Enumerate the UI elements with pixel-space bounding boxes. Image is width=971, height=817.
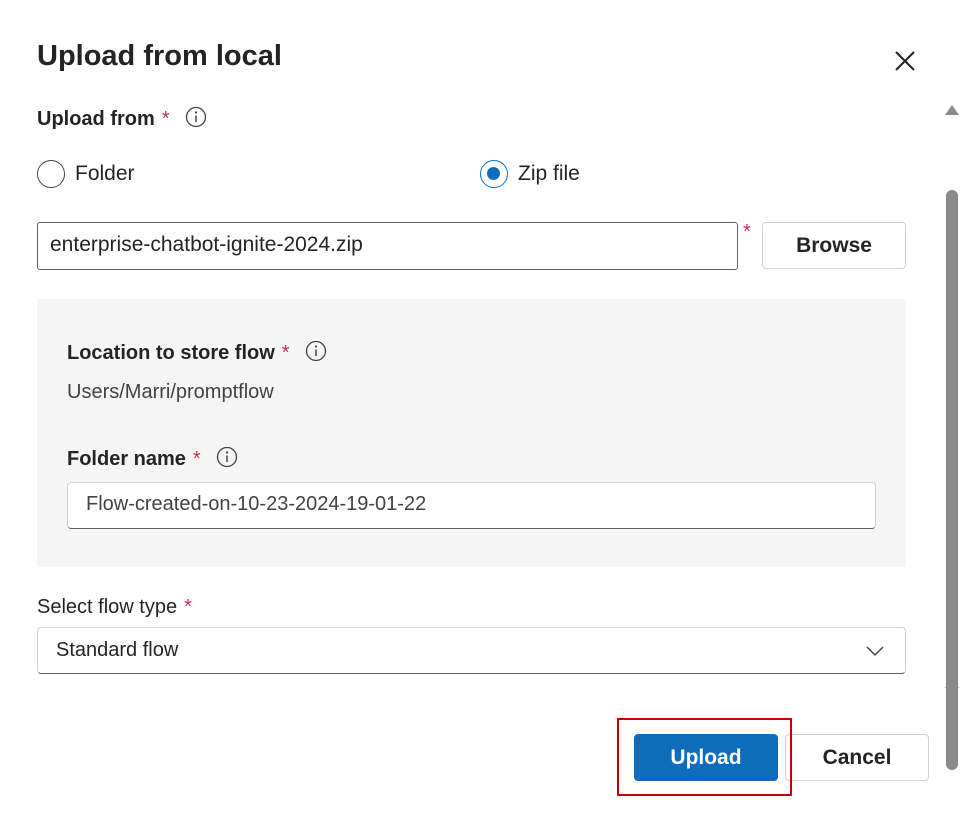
flow-type-selected: Standard flow: [56, 639, 179, 661]
close-icon[interactable]: [888, 44, 922, 78]
info-icon[interactable]: [185, 106, 207, 128]
browse-button[interactable]: Browse: [762, 222, 906, 269]
file-path-input[interactable]: enterprise-chatbot-ignite-2024.zip: [37, 222, 738, 270]
radio-folder-circle[interactable]: [37, 160, 65, 188]
dialog-title: Upload from local: [37, 40, 282, 72]
info-icon[interactable]: [216, 446, 238, 468]
flow-type-label: Select flow type *: [37, 596, 192, 619]
location-value: Users/Marri/promptflow: [67, 381, 274, 403]
flow-type-label-text: Select flow type: [37, 596, 178, 618]
scroll-down-arrow[interactable]: [945, 687, 959, 697]
upload-dialog: Upload from local Upload from * Folder Zi…: [0, 0, 971, 817]
required-mark: *: [281, 342, 290, 364]
folder-name-label-text: Folder name: [67, 448, 186, 470]
radio-zip-file-label: Zip file: [518, 162, 580, 185]
scroll-up-arrow[interactable]: [945, 105, 959, 115]
chevron-down-icon: [866, 646, 884, 657]
upload-from-label-text: Upload from: [37, 108, 155, 130]
file-required-mark: *: [743, 221, 751, 243]
folder-name-input[interactable]: Flow-created-on-10-23-2024-19-01-22: [67, 482, 876, 529]
location-label-text: Location to store flow: [67, 342, 275, 364]
required-mark: *: [161, 108, 170, 130]
upload-highlight-box: [617, 718, 792, 796]
scroll-thumb[interactable]: [946, 190, 958, 770]
radio-folder[interactable]: Folder: [37, 160, 135, 188]
required-mark: *: [192, 448, 201, 470]
radio-folder-label: Folder: [75, 162, 135, 185]
flow-type-dropdown[interactable]: Standard flow: [37, 627, 906, 674]
radio-zip-file[interactable]: Zip file: [480, 160, 580, 188]
radio-zip-file-circle[interactable]: [480, 160, 508, 188]
cancel-button[interactable]: Cancel: [785, 734, 929, 781]
folder-name-label: Folder name *: [67, 446, 238, 471]
required-mark: *: [184, 596, 192, 618]
location-label: Location to store flow *: [67, 340, 327, 365]
scrollbar[interactable]: [940, 95, 966, 770]
info-icon[interactable]: [305, 340, 327, 362]
upload-from-label: Upload from *: [37, 106, 207, 131]
